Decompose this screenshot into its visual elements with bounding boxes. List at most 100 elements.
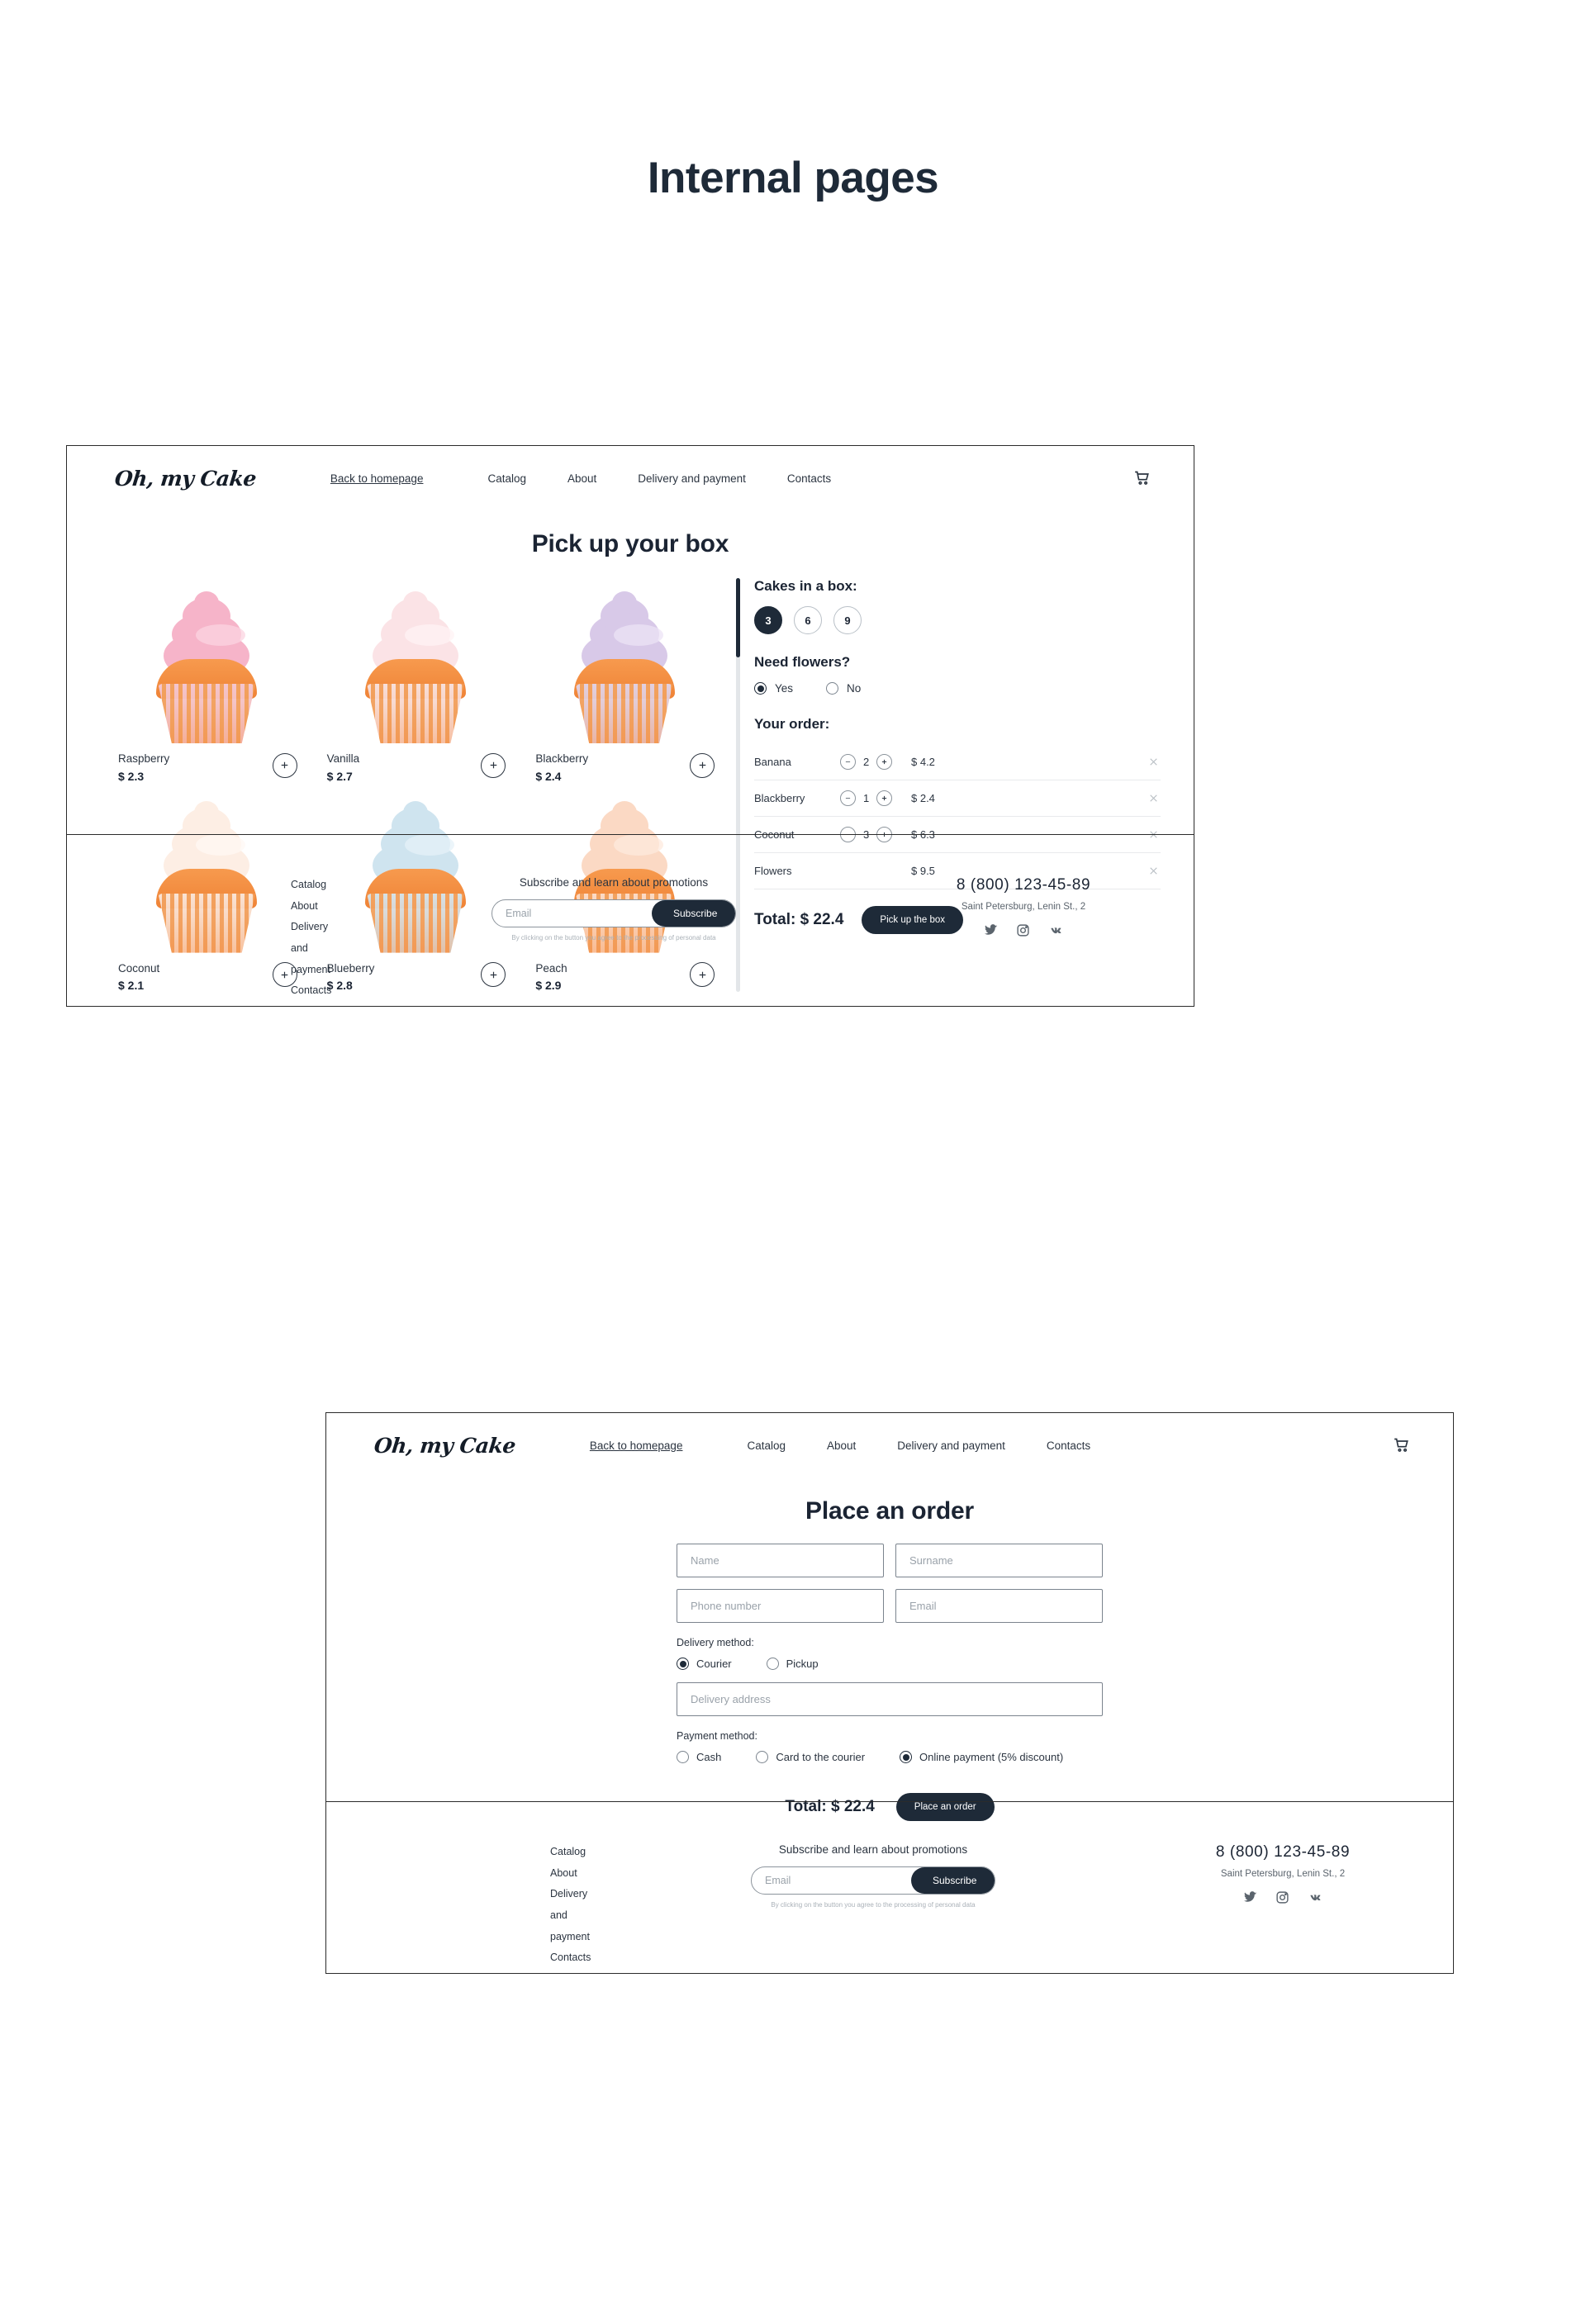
name-field[interactable]: [677, 1544, 884, 1577]
cake-count-option-6[interactable]: 6: [794, 606, 822, 634]
cake-count-option-3[interactable]: 3: [754, 606, 782, 634]
nav-catalog-2[interactable]: Catalog: [747, 1439, 786, 1452]
close-icon[interactable]: [1146, 791, 1161, 806]
payment-method-radio[interactable]: [677, 1751, 689, 1763]
page-title: Internal pages: [647, 154, 939, 202]
payment-method-label: Online payment (5% discount): [919, 1751, 1064, 1763]
flowers-no-radio[interactable]: [826, 682, 839, 695]
plus-icon[interactable]: [481, 752, 506, 778]
plus-icon[interactable]: [272, 752, 297, 778]
footer-link-catalog[interactable]: Catalog: [550, 1842, 587, 1863]
nav-back-to-homepage-2[interactable]: Back to homepage: [590, 1439, 683, 1452]
subscribe-note-2: By clicking on the button you agree to t…: [771, 1901, 976, 1909]
site-footer: Catalog About Delivery and payment Contacts…: [67, 834, 1194, 1006]
payment-method-radio[interactable]: [756, 1751, 769, 1763]
delivery-method-option[interactable]: Pickup: [766, 1658, 819, 1670]
delivery-method-label: Courier: [696, 1658, 732, 1670]
plus-icon[interactable]: [876, 790, 893, 806]
nav-about[interactable]: About: [567, 472, 596, 485]
product-card[interactable]: Blackberry $ 2.4: [527, 578, 721, 783]
instagram-icon[interactable]: [1016, 923, 1030, 937]
twitter-icon[interactable]: [984, 923, 998, 937]
subscribe-title-2: Subscribe and learn about promotions: [778, 1843, 968, 1856]
brand-logo[interactable]: Oh, my Cake: [113, 467, 257, 491]
footer-social-links: [900, 923, 1147, 937]
footer-link-delivery-and-payment[interactable]: Delivery and payment: [291, 917, 330, 980]
surname-field[interactable]: [895, 1544, 1103, 1577]
order-item-name: Banana: [754, 756, 791, 768]
delivery-method-option[interactable]: Courier: [677, 1658, 732, 1670]
footer-phone-2[interactable]: 8 (800) 123-45-89: [1159, 1843, 1407, 1862]
plus-icon[interactable]: [876, 754, 893, 770]
main-nav: Back to homepage Catalog About Delivery …: [330, 472, 831, 485]
subscribe-button[interactable]: Subscribe: [652, 900, 735, 927]
vk-icon-2[interactable]: [1308, 1890, 1323, 1904]
footer-social-links-2: [1159, 1890, 1407, 1904]
catalog-page-mock: Oh, my Cake Back to homepage Catalog Abo…: [66, 445, 1194, 1007]
flowers-no-label[interactable]: No: [847, 682, 861, 695]
catalog-heading: Pick up your box: [531, 530, 729, 557]
footer-link-contacts[interactable]: Contacts: [291, 980, 331, 1002]
order-item-price: $ 2.4: [911, 792, 935, 804]
minus-icon[interactable]: [840, 790, 856, 806]
phone-field[interactable]: [677, 1589, 884, 1623]
close-icon[interactable]: [1146, 755, 1161, 770]
flowers-yes-radio[interactable]: [754, 682, 767, 695]
delivery-method-radio[interactable]: [766, 1658, 779, 1670]
nav-back-to-homepage[interactable]: Back to homepage: [330, 472, 424, 485]
delivery-method-group: Courier Pickup: [677, 1658, 1103, 1670]
nav-contacts[interactable]: Contacts: [787, 472, 831, 485]
subscribe-title: Subscribe and learn about promotions: [519, 876, 709, 889]
nav-delivery-and-payment[interactable]: Delivery and payment: [638, 472, 746, 485]
order-item-stepper: 1: [840, 790, 911, 806]
site-footer-2: Catalog About Delivery and payment Contacts…: [326, 1801, 1453, 1973]
footer-nav-2: Catalog About Delivery and payment Contacts: [373, 1842, 591, 1973]
order-item-name: Blackberry: [754, 792, 805, 804]
nav-catalog[interactable]: Catalog: [487, 472, 526, 485]
delivery-method-radio[interactable]: [677, 1658, 689, 1670]
shopping-cart-icon-2[interactable]: [1389, 1433, 1413, 1458]
cake-count-option-9[interactable]: 9: [833, 606, 862, 634]
instagram-icon-2[interactable]: [1275, 1890, 1289, 1904]
minus-icon[interactable]: [840, 754, 856, 770]
flowers-yes-label[interactable]: Yes: [775, 682, 793, 695]
delivery-method-block: Delivery method: Courier Pickup Payment …: [677, 1637, 1103, 1763]
payment-method-option[interactable]: Online payment (5% discount): [900, 1751, 1063, 1763]
product-name: Raspberry: [118, 752, 170, 765]
order-page-mock: Oh, my Cake Back to homepage Catalog Abo…: [325, 1412, 1454, 1974]
product-card[interactable]: Vanilla $ 2.7: [319, 578, 513, 783]
nav-delivery-and-payment-2[interactable]: Delivery and payment: [897, 1439, 1005, 1452]
subscribe-button-2[interactable]: Subscribe: [911, 1867, 995, 1894]
site-header-2: Oh, my Cake Back to homepage Catalog Abo…: [326, 1413, 1453, 1477]
footer-contacts: 8 (800) 123-45-89 Saint Petersburg, Leni…: [900, 875, 1147, 1006]
footer-link-about[interactable]: About: [291, 896, 328, 918]
payment-method-label: Card to the courier: [776, 1751, 866, 1763]
twitter-icon-2[interactable]: [1243, 1890, 1257, 1904]
order-item-row: Banana 2 $ 4.2: [754, 744, 1161, 780]
footer-link-about[interactable]: About: [550, 1863, 587, 1885]
subscribe-email-input-2[interactable]: [752, 1875, 911, 1886]
vk-icon[interactable]: [1048, 923, 1064, 937]
footer-link-delivery-and-payment[interactable]: Delivery and payment: [550, 1884, 590, 1947]
nav-about-2[interactable]: About: [827, 1439, 856, 1452]
subscribe-note: By clicking on the button you agree to t…: [511, 934, 716, 941]
order-item-qty: 1: [863, 792, 870, 804]
payment-method-option[interactable]: Cash: [677, 1751, 721, 1763]
brand-logo-2[interactable]: Oh, my Cake: [373, 1434, 516, 1458]
footer-address-2: Saint Petersburg, Lenin St., 2: [1220, 1869, 1346, 1879]
email-field[interactable]: [895, 1589, 1103, 1623]
payment-method-radio[interactable]: [900, 1751, 913, 1763]
nav-contacts-2[interactable]: Contacts: [1047, 1439, 1090, 1452]
shopping-cart-icon[interactable]: [1129, 466, 1154, 491]
delivery-address-field[interactable]: [677, 1682, 1103, 1716]
footer-link-contacts[interactable]: Contacts: [550, 1947, 591, 1969]
subscribe-email-input[interactable]: [492, 908, 652, 919]
footer-phone[interactable]: 8 (800) 123-45-89: [900, 876, 1147, 894]
plus-icon[interactable]: [690, 752, 715, 778]
delivery-method-label: Pickup: [786, 1658, 819, 1670]
subscribe-form-2: Subscribe: [751, 1866, 995, 1895]
payment-method-option[interactable]: Card to the courier: [756, 1751, 865, 1763]
product-card[interactable]: Raspberry $ 2.3: [110, 578, 304, 783]
footer-link-catalog[interactable]: Catalog: [291, 875, 328, 896]
payment-method-label: Payment method:: [677, 1730, 757, 1742]
